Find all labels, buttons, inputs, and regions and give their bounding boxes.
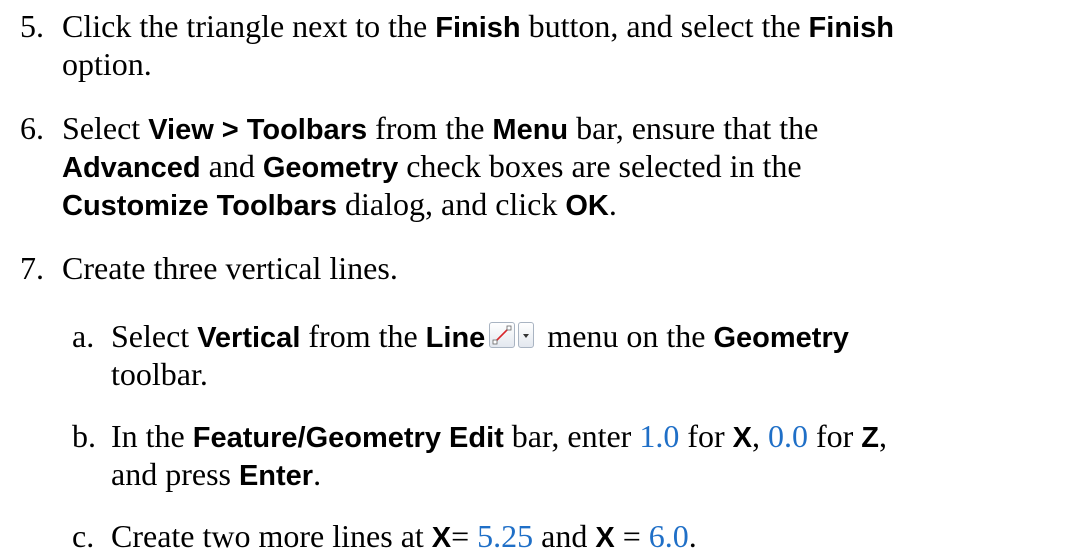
text: option. bbox=[62, 46, 152, 82]
substep-text: Select Vertical from the Line menu on th… bbox=[111, 318, 1061, 356]
substep-text: In the Feature/Geometry Edit bar, enter … bbox=[111, 418, 1061, 456]
ui-term: Customize Toolbars bbox=[62, 190, 337, 222]
ui-term: Z bbox=[861, 422, 879, 454]
ui-term: Finish bbox=[435, 12, 521, 44]
text: for bbox=[679, 418, 733, 454]
ui-term: Feature/Geometry Edit bbox=[192, 422, 504, 454]
text: bar, enter bbox=[503, 418, 640, 454]
ui-term: Menu bbox=[492, 114, 569, 146]
ui-term: View > Toolbars bbox=[148, 114, 368, 146]
text: and press bbox=[111, 456, 239, 492]
dropdown-arrow-icon[interactable] bbox=[518, 322, 535, 348]
text: menu on the bbox=[539, 318, 714, 354]
ui-term: X bbox=[732, 422, 752, 454]
text: for bbox=[807, 418, 862, 454]
text: = bbox=[614, 518, 649, 554]
ui-term: Vertical bbox=[197, 322, 301, 354]
text: check boxes are selected in the bbox=[398, 148, 802, 184]
ui-term: Geometry bbox=[262, 152, 399, 184]
step-text: option. bbox=[62, 46, 1062, 82]
text: Create three vertical lines. bbox=[62, 250, 398, 286]
line-tool-icon[interactable] bbox=[489, 322, 516, 348]
text: from the bbox=[300, 318, 426, 354]
text: = bbox=[451, 518, 478, 554]
ui-term: Enter bbox=[238, 460, 314, 492]
ui-term: Finish bbox=[808, 12, 894, 44]
ui-term: X bbox=[595, 522, 615, 554]
step-text: Create three vertical lines. bbox=[62, 250, 1062, 286]
text: Create two more lines at bbox=[111, 518, 432, 554]
substep-letter: a. bbox=[72, 318, 95, 354]
ui-term: Geometry bbox=[713, 322, 849, 354]
value-x1: 5.25 bbox=[477, 518, 534, 554]
ui-term: Line bbox=[425, 322, 486, 354]
substep-text: toolbar. bbox=[111, 356, 1061, 392]
text: dialog, and click bbox=[337, 186, 566, 222]
step-number: 6. bbox=[20, 110, 44, 146]
ui-term: OK bbox=[565, 190, 609, 222]
substep-text: and press Enter. bbox=[111, 456, 1061, 494]
substep-letter: b. bbox=[72, 418, 96, 454]
text: . bbox=[608, 186, 617, 222]
line-tool-button[interactable] bbox=[489, 322, 535, 350]
text: and bbox=[533, 518, 596, 554]
text: bar, ensure that the bbox=[568, 110, 819, 146]
text: Click the triangle next to the bbox=[62, 8, 436, 44]
text: Select bbox=[62, 110, 149, 146]
text: and bbox=[200, 148, 263, 184]
text: In the bbox=[111, 418, 193, 454]
step-text: Select View > Toolbars from the Menu bar… bbox=[62, 110, 1062, 148]
text: from the bbox=[367, 110, 493, 146]
value-z: 0.0 bbox=[767, 418, 808, 454]
ui-term: Advanced bbox=[62, 152, 201, 184]
text: button, and select the bbox=[520, 8, 809, 44]
substep-text: Create two more lines at X= 5.25 and X =… bbox=[111, 518, 1061, 556]
text: . bbox=[688, 518, 697, 554]
step-text: Click the triangle next to the Finish bu… bbox=[62, 8, 1062, 46]
text: Select bbox=[111, 318, 198, 354]
step-text: Customize Toolbars dialog, and click OK. bbox=[62, 186, 1062, 224]
substep-letter: c. bbox=[72, 518, 95, 554]
step-number: 5. bbox=[20, 8, 44, 44]
text: , bbox=[879, 418, 887, 454]
value-x2: 6.0 bbox=[648, 518, 689, 554]
step-number: 7. bbox=[20, 250, 44, 286]
step-text: Advanced and Geometry check boxes are se… bbox=[62, 148, 1062, 186]
value-x: 1.0 bbox=[639, 418, 680, 454]
text: , bbox=[751, 418, 768, 454]
text: toolbar. bbox=[111, 356, 208, 392]
ui-term: X bbox=[431, 522, 452, 554]
text: . bbox=[313, 456, 322, 492]
